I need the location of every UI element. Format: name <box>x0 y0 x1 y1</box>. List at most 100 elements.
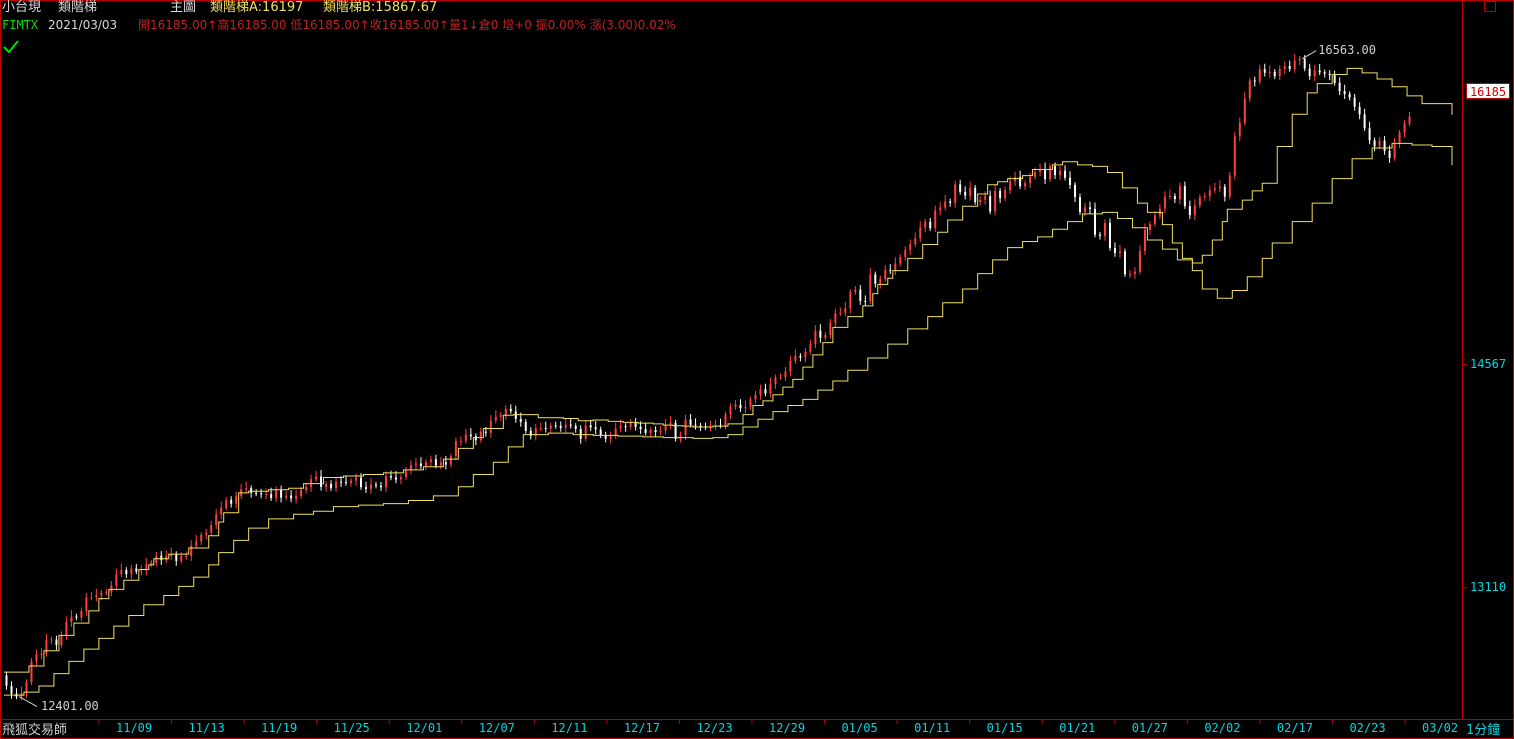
candle-body <box>35 654 38 662</box>
candle-body <box>365 487 367 490</box>
x-axis-label: 01/15 <box>986 721 1023 735</box>
candle-body <box>369 484 372 490</box>
candle-body <box>659 430 662 433</box>
ladder-b-line <box>4 142 1453 696</box>
x-axis-label: 12/07 <box>478 721 515 735</box>
candle-body <box>1024 183 1027 187</box>
candle-body <box>494 416 497 421</box>
candle-body <box>444 462 447 465</box>
candle-body <box>120 569 123 575</box>
candle-body <box>1243 98 1246 123</box>
interval-selector[interactable]: 1分鐘 <box>1466 719 1500 738</box>
candle-body <box>85 597 88 612</box>
candle-body <box>360 477 363 488</box>
candle-body <box>649 430 652 433</box>
candle-body <box>1378 140 1381 147</box>
candle-body <box>574 425 577 429</box>
candle-body <box>544 428 547 430</box>
window-restore-icon[interactable] <box>1484 1 1496 12</box>
candle-body <box>1338 82 1341 92</box>
candle-body <box>759 389 762 395</box>
candle-body <box>1398 132 1401 145</box>
candle-body <box>794 355 797 362</box>
candle-body <box>180 555 183 561</box>
check-icon <box>3 40 19 54</box>
candle-body <box>404 470 407 478</box>
candle-body <box>654 430 657 433</box>
candle-body <box>619 426 622 429</box>
candle-body <box>809 344 812 352</box>
candle-body <box>260 493 263 495</box>
candle-body <box>1393 144 1396 158</box>
candle-body <box>1203 195 1206 198</box>
candle-body <box>884 269 887 280</box>
candle-body <box>724 414 727 426</box>
candle-body <box>155 555 158 563</box>
candle-body <box>874 274 877 284</box>
candle-body <box>499 414 502 417</box>
quote-summary: 開16185.00↑高16185.00 低16185.00↑收16185.00↑… <box>138 18 676 32</box>
candle-body <box>1403 123 1406 133</box>
candle-body <box>434 459 437 466</box>
candle-body <box>1009 181 1012 191</box>
candle-body <box>355 477 358 481</box>
candle-body <box>55 639 58 646</box>
candle-body <box>414 463 417 465</box>
candle-body <box>45 640 48 654</box>
candle-body <box>185 555 188 557</box>
candle-body <box>859 289 862 301</box>
candle-body <box>744 407 747 409</box>
candle-body <box>684 419 687 436</box>
candle-body <box>1163 196 1166 209</box>
low-annotation-leader <box>18 696 38 707</box>
candle-body <box>689 419 692 425</box>
candle-body <box>1343 91 1346 95</box>
candle-body <box>255 492 258 494</box>
candle-body <box>1113 247 1116 253</box>
x-axis-label: 01/21 <box>1059 721 1096 735</box>
candle-body <box>844 308 847 313</box>
candle-body <box>754 394 757 400</box>
candle-body <box>175 553 178 561</box>
x-axis-label: 01/27 <box>1131 721 1168 735</box>
candle-body <box>1143 229 1146 251</box>
candle-body <box>1059 170 1062 176</box>
candle-body <box>929 221 932 229</box>
candle-body <box>90 597 93 599</box>
candle-body <box>1153 215 1156 225</box>
candle-body <box>1168 195 1171 197</box>
candle-body <box>774 377 777 384</box>
candle-body <box>1098 234 1101 236</box>
candle-body <box>819 330 822 338</box>
candle-body <box>195 541 198 546</box>
candle-body <box>1079 197 1082 213</box>
candle-body <box>739 404 742 409</box>
candle-body <box>439 462 442 466</box>
symbol-name: 小台現 <box>2 0 42 15</box>
candle-body <box>1138 250 1141 272</box>
candle-body <box>1303 58 1306 69</box>
candle-body <box>245 488 248 490</box>
candle-body <box>949 201 952 203</box>
candle-body <box>300 489 303 497</box>
candle-body <box>290 495 293 499</box>
candle-body <box>479 431 482 441</box>
candle-body <box>340 481 343 483</box>
high-annotation: 16563.00 <box>1318 42 1376 57</box>
candle-body <box>919 227 922 239</box>
candle-body <box>384 476 387 488</box>
candle-body <box>834 313 837 323</box>
candle-body <box>584 425 587 439</box>
candle-body <box>325 483 328 487</box>
candle-body <box>1263 69 1266 73</box>
x-axis-label: 11/13 <box>188 721 225 735</box>
candle-body <box>1118 251 1121 253</box>
candle-body <box>879 279 882 284</box>
candle-body <box>230 499 233 504</box>
price-chart[interactable] <box>0 0 1514 739</box>
candle-body <box>639 426 642 430</box>
candle-body <box>225 499 228 508</box>
candle-body <box>519 418 522 422</box>
candle-body <box>729 407 732 415</box>
candle-body <box>904 249 907 257</box>
